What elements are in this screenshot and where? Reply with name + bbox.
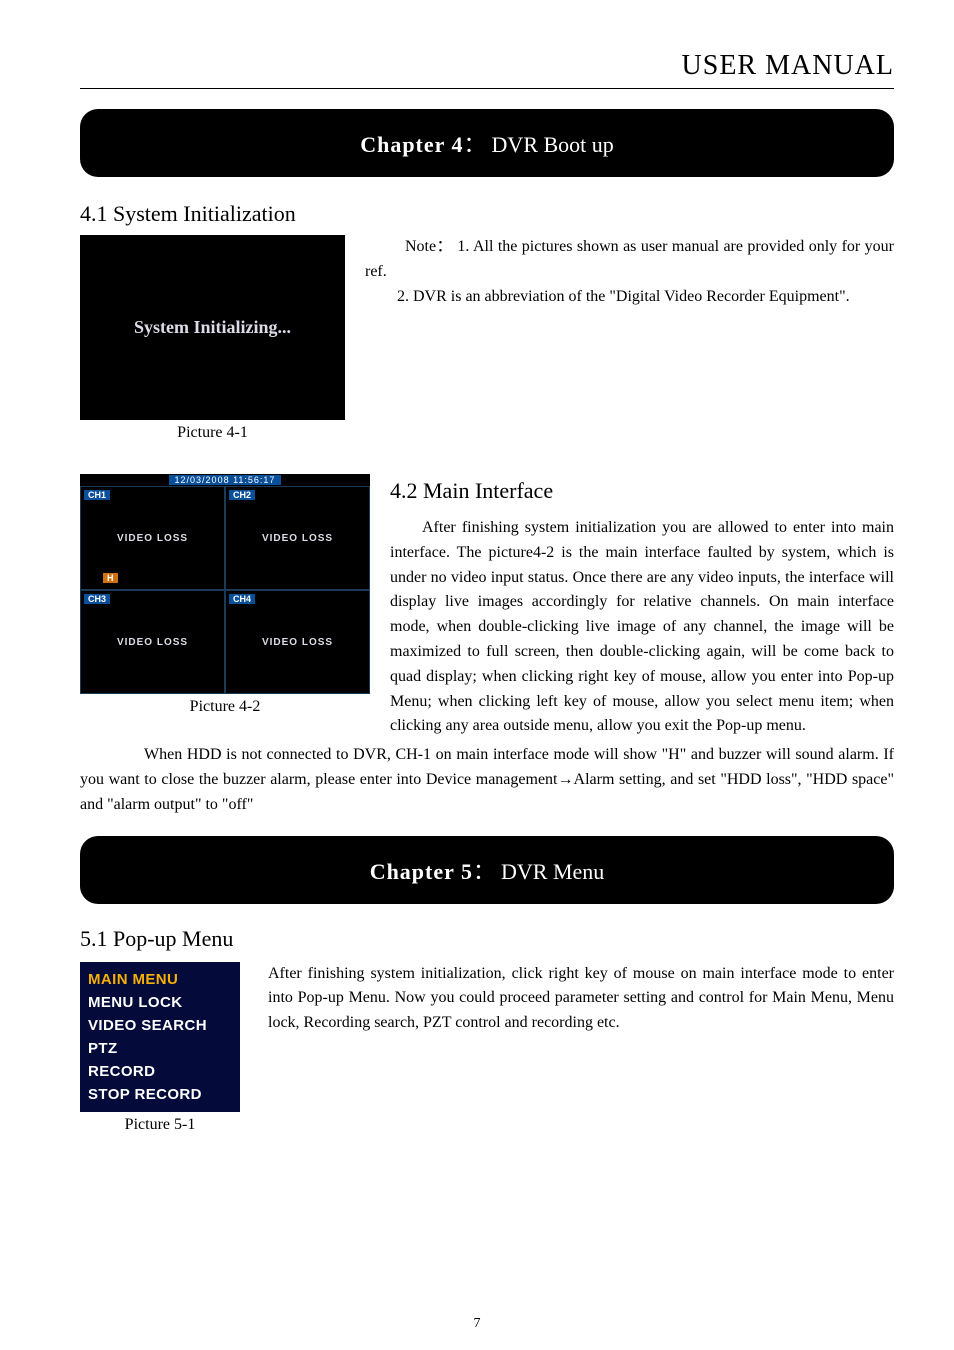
section-4-1-title: 4.1 System Initialization <box>80 201 894 227</box>
row-4-2: 12/03/2008 11:56:17 CH1 VIDEO LOSS H CH2… <box>80 474 894 739</box>
ch3-label: CH3 <box>84 594 110 604</box>
page-number: 7 <box>0 1316 954 1332</box>
chapter5-sep: ： <box>473 859 495 884</box>
popup-item-menu-lock[interactable]: MENU LOCK <box>88 991 232 1014</box>
page: USER MANUAL Chapter 4：DVR Boot up 4.1 Sy… <box>0 0 954 1350</box>
hdd-h-badge: H <box>103 573 118 583</box>
figure-4-1: System Initializing... Picture 4-1 <box>80 235 345 442</box>
chapter4-sep: ： <box>464 132 486 157</box>
figure-4-1-caption: Picture 4-1 <box>80 424 345 442</box>
popup-item-ptz[interactable]: PTZ <box>88 1037 232 1060</box>
quad-timestamp: 12/03/2008 11:56:17 <box>169 475 282 485</box>
para-5-1-text: After finishing system initialization, c… <box>268 962 894 1036</box>
popup-item-record[interactable]: RECORD <box>88 1060 232 1083</box>
spacer <box>80 442 894 450</box>
figure-5-1-caption: Picture 5-1 <box>80 1116 240 1134</box>
popup-item-stop-record[interactable]: STOP RECORD <box>88 1083 232 1106</box>
note-line-2: 2. DVR is an abbreviation of the "Digita… <box>365 285 894 310</box>
figure-5-1: MAIN MENU MENU LOCK VIDEO SEARCH PTZ REC… <box>80 962 240 1134</box>
section-4-2-title: 4.2 Main Interface <box>390 474 894 508</box>
para-4-2-text: After finishing system initialization yo… <box>390 516 894 739</box>
ch2-video-loss: VIDEO LOSS <box>262 533 333 544</box>
section-5-1-title: 5.1 Pop-up Menu <box>80 926 894 952</box>
figure-4-1-screen: System Initializing... <box>80 235 345 420</box>
chapter4-bar: Chapter 4：DVR Boot up <box>80 109 894 177</box>
quad-cell-ch3: CH3 VIDEO LOSS <box>80 590 225 694</box>
quad-cell-ch2: CH2 VIDEO LOSS <box>225 486 370 590</box>
para-5-1: After finishing system initialization, c… <box>268 962 894 1036</box>
row-5-1: MAIN MENU MENU LOCK VIDEO SEARCH PTZ REC… <box>80 962 894 1134</box>
popup-menu: MAIN MENU MENU LOCK VIDEO SEARCH PTZ REC… <box>80 962 240 1112</box>
page-header-title: USER MANUAL <box>80 50 894 82</box>
ch3-video-loss: VIDEO LOSS <box>117 637 188 648</box>
note-line-1: Note： 1. All the pictures shown as user … <box>365 235 894 285</box>
figure-4-2: 12/03/2008 11:56:17 CH1 VIDEO LOSS H CH2… <box>80 474 370 716</box>
note-sep: ： <box>436 238 453 255</box>
system-initializing-text: System Initializing... <box>134 317 291 338</box>
chapter4-number: Chapter 4 <box>360 132 463 157</box>
note-block: Note： 1. All the pictures shown as user … <box>365 235 894 309</box>
figure-4-2-caption: Picture 4-2 <box>80 698 370 716</box>
note-label: Note <box>405 238 436 255</box>
ch1-label: CH1 <box>84 490 110 500</box>
chapter5-bar: Chapter 5：DVR Menu <box>80 836 894 904</box>
ch4-label: CH4 <box>229 594 255 604</box>
chapter4-title: DVR Boot up <box>492 132 614 157</box>
quad-view: 12/03/2008 11:56:17 CH1 VIDEO LOSS H CH2… <box>80 474 370 694</box>
para-4-2: 4.2 Main Interface After finishing syste… <box>390 474 894 739</box>
quad-timestamp-bar: 12/03/2008 11:56:17 <box>80 474 370 486</box>
popup-item-video-search[interactable]: VIDEO SEARCH <box>88 1014 232 1037</box>
ch1-video-loss: VIDEO LOSS <box>117 533 188 544</box>
row-4-1: System Initializing... Picture 4-1 Note：… <box>80 235 894 442</box>
quad-cell-ch1: CH1 VIDEO LOSS H <box>80 486 225 590</box>
popup-item-main-menu[interactable]: MAIN MENU <box>88 968 232 991</box>
chapter5-number: Chapter 5 <box>370 859 473 884</box>
arrow-icon: → <box>558 771 574 788</box>
ch2-label: CH2 <box>229 490 255 500</box>
ch4-video-loss: VIDEO LOSS <box>262 637 333 648</box>
quad-cell-ch4: CH4 VIDEO LOSS <box>225 590 370 694</box>
hdd-note-para: When HDD is not connected to DVR, CH-1 o… <box>80 743 894 817</box>
chapter5-title: DVR Menu <box>501 859 604 884</box>
header-rule <box>80 88 894 89</box>
